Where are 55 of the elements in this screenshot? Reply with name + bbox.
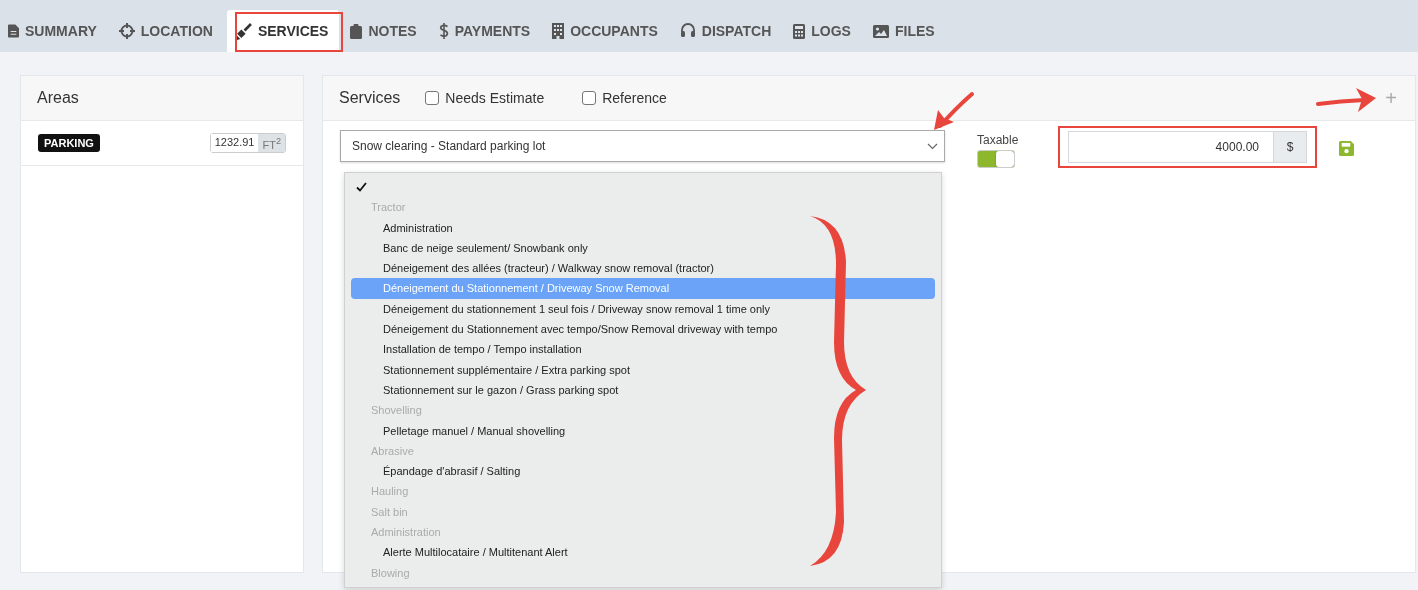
crosshair-icon xyxy=(118,23,135,39)
area-row[interactable]: PARKING 1232.91 FT$^{2}$ xyxy=(21,121,303,166)
tab[interactable]: DISPATCH xyxy=(671,10,783,52)
option-group-label: Shovelling xyxy=(370,403,423,419)
area-tag: PARKING xyxy=(38,134,100,152)
dollar-icon xyxy=(438,23,449,39)
dropdown-option[interactable]: Déneigement des allées (tracteur) / Walkway snow removal (tractor) xyxy=(351,258,935,279)
dropdown-option[interactable]: Installation de tempo / Tempo installation xyxy=(351,339,935,360)
document-icon xyxy=(8,24,19,38)
image-icon xyxy=(872,24,889,38)
option-group-label: Blowing xyxy=(370,565,411,581)
option-group-label: Hauling xyxy=(370,484,410,500)
panel-title: Areas xyxy=(37,89,79,107)
calculator-icon xyxy=(793,23,806,39)
toggle-switch[interactable] xyxy=(977,150,1015,168)
dropdown-option[interactable]: Déneigement du stationnement 1 seul fois / Driveway snow removal 1 time only xyxy=(351,298,935,320)
checkbox-box[interactable] xyxy=(425,91,440,105)
panel-title: Services xyxy=(339,89,401,107)
dropdown-option[interactable]: Stationnement supplémentaire / Extra parking spot xyxy=(351,359,935,380)
dropdown-option[interactable]: Alerte Multilocataire / Multitenant Alert xyxy=(351,542,935,563)
clipboard-icon xyxy=(350,23,363,39)
brush-icon xyxy=(234,22,252,40)
price-value: 4000.00 xyxy=(1214,139,1260,156)
checkbox-box[interactable] xyxy=(582,91,597,105)
tab[interactable]: OCCUPANTS xyxy=(544,10,669,52)
tab[interactable]: LOGS xyxy=(785,10,862,52)
service-select[interactable]: Snow clearing - Standard parking lot xyxy=(340,130,945,162)
tab[interactable]: LOCATION xyxy=(110,10,224,52)
dropdown-option[interactable]: Stationnement sur le gazon / Grass parking spot xyxy=(351,379,935,401)
tab[interactable]: SUMMARY xyxy=(0,10,108,52)
dropdown-option[interactable]: Administration xyxy=(351,217,935,238)
dropdown-option[interactable]: Pelletage manuel / Manual shovelling xyxy=(351,420,935,441)
annotation-arrow xyxy=(1316,86,1378,114)
dropdown-option[interactable]: Épandage d'abrasif / Salting xyxy=(351,461,935,482)
checkbox[interactable]: Needs Estimate xyxy=(425,90,545,106)
chevron-down-icon xyxy=(927,142,938,150)
option-group-label: Administration xyxy=(370,525,442,541)
select-value: Snow clearing - Standard parking lot xyxy=(352,139,546,153)
option-group-label: Tractor xyxy=(370,200,407,216)
building-icon xyxy=(552,23,565,39)
currency-label: $ xyxy=(1273,132,1306,162)
tab[interactable]: NOTES xyxy=(342,10,428,52)
tab[interactable]: SERVICES xyxy=(226,10,340,52)
tab[interactable]: PAYMENTS xyxy=(430,10,542,52)
option-group-label: Abrasive xyxy=(370,443,415,459)
unit-label: FT$^{2}$ xyxy=(258,133,285,153)
tab[interactable]: FILES xyxy=(864,10,946,52)
dropdown-option[interactable]: Banc de neige seulement/ Snowbank only xyxy=(351,237,935,259)
dropdown-option[interactable]: Déneigement du Stationnement avec tempo/Snow Removal driveway with tempo xyxy=(351,319,935,340)
save-icon[interactable] xyxy=(1339,141,1354,156)
headset-icon xyxy=(679,23,696,39)
price-field[interactable]: 4000.00 $ xyxy=(1068,131,1307,163)
taxable-label: Taxable xyxy=(977,133,1020,147)
option-group-label: Salt bin xyxy=(370,504,409,520)
checkbox[interactable]: Reference xyxy=(582,90,667,106)
